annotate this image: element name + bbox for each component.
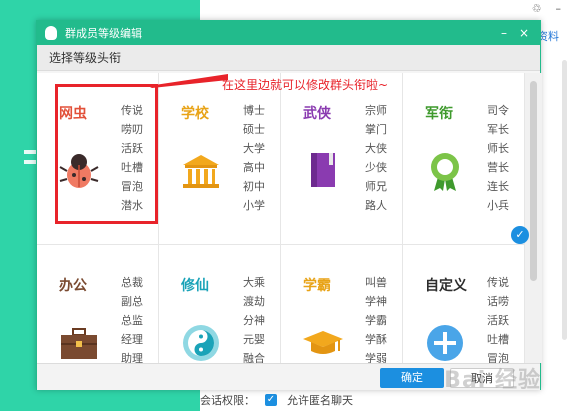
title-label: 大乘 [243, 276, 265, 289]
category-name: 学霸 [303, 278, 331, 294]
title-label: 叫兽 [365, 276, 387, 289]
dialog-subtitle: 选择等级头衔 [37, 45, 540, 71]
title-label: 掌门 [365, 123, 387, 136]
title-label: 元婴 [243, 333, 265, 346]
title-label: 师长 [487, 142, 509, 155]
window-controls: ♲ – [532, 2, 561, 15]
title-label: 学神 [365, 295, 387, 308]
title-label: 吐槽 [487, 333, 509, 346]
anonymous-checkbox[interactable]: ✓ [265, 394, 277, 406]
title-list: 博士硕士大学高中初中小学 [243, 101, 265, 215]
category-name: 自定义 [425, 278, 467, 294]
title-label: 活跃 [487, 314, 509, 327]
title-label: 小学 [243, 199, 265, 212]
category-cell[interactable]: 军衔 司令军长师长营长连长小兵 [403, 73, 525, 245]
highlight-box [55, 84, 158, 224]
title-label: 融合 [243, 352, 265, 363]
title-label: 传说 [487, 276, 509, 289]
skin-icon[interactable]: ♲ [532, 2, 542, 15]
title-list: 大乘渡劫分神元婴融合筑基 [243, 273, 265, 363]
category-cell[interactable]: 学校 博士硕士大学高中初中小学 [159, 73, 281, 245]
title-list: 宗师掌门大侠少侠师兄路人 [365, 101, 387, 215]
title-label: 总裁 [121, 276, 143, 289]
category-name: 办公 [59, 278, 87, 294]
title-list: 传说话唠活跃吐槽冒泡潜水 [487, 273, 509, 363]
title-label: 话唠 [487, 295, 509, 308]
title-label: 学霸 [365, 314, 387, 327]
title-label: 大学 [243, 142, 265, 155]
category-name: 武侠 [303, 106, 331, 122]
title-label: 渡劫 [243, 295, 265, 308]
session-permission-row: 会话权限： ✓ 允许匿名聊天 [200, 392, 353, 408]
category-cell[interactable]: 学霸叫兽学神学霸学酥学弱学渣 [281, 245, 403, 363]
title-label: 高中 [243, 161, 265, 174]
annotation-arrow-icon [148, 74, 228, 88]
title-label: 助理 [121, 352, 143, 363]
title-label: 路人 [365, 199, 387, 212]
title-label: 大侠 [365, 142, 387, 155]
title-list: 司令军长师长营长连长小兵 [487, 101, 509, 215]
title-label: 军长 [487, 123, 509, 136]
title-list: 总裁副总总监经理助理实习 [121, 273, 143, 363]
plus-icon [423, 321, 467, 363]
title-label: 初中 [243, 180, 265, 193]
category-cell[interactable]: 自定义传说话唠活跃吐槽冒泡潜水 [403, 245, 525, 363]
ok-button[interactable]: 确定 [380, 368, 444, 388]
dialog-titlebar: 群成员等级编辑 – × [37, 21, 540, 45]
title-label: 宗师 [365, 104, 387, 117]
title-label: 分神 [243, 314, 265, 327]
panel-scrollbar[interactable] [562, 60, 567, 340]
title-label: 副总 [121, 295, 143, 308]
title-label: 总监 [121, 314, 143, 327]
title-label: 博士 [243, 104, 265, 117]
category-name: 军衔 [425, 106, 453, 122]
title-label: 营长 [487, 161, 509, 174]
title-label: 司令 [487, 104, 509, 117]
category-cell[interactable]: 武侠 宗师掌门大侠少侠师兄路人 [281, 73, 403, 245]
annotation-text: 在这里边就可以修改群头衔啦~ [222, 78, 389, 92]
title-label: 学酥 [365, 333, 387, 346]
category-name: 学校 [181, 106, 209, 122]
selected-check-icon: ✓ [511, 226, 529, 244]
title-label: 学弱 [365, 352, 387, 363]
title-list: 叫兽学神学霸学酥学弱学渣 [365, 273, 387, 363]
briefcase-icon [57, 321, 101, 363]
graduation-cap-icon [301, 321, 345, 363]
medal-icon [423, 149, 467, 193]
category-cell[interactable]: 修仙大乘渡劫分神元婴融合筑基 [159, 245, 281, 363]
anonymous-label: 允许匿名聊天 [287, 394, 353, 407]
qq-icon [45, 26, 57, 40]
title-label: 师兄 [365, 180, 387, 193]
dialog-title: 群成员等级编辑 [65, 27, 142, 40]
title-label: 经理 [121, 333, 143, 346]
title-label: 少侠 [365, 161, 387, 174]
title-label: 硕士 [243, 123, 265, 136]
taiji-icon [179, 321, 223, 363]
permission-label: 会话权限： [200, 394, 255, 407]
title-label: 小兵 [487, 199, 509, 212]
category-cell[interactable]: 办公总裁副总总监经理助理实习 [37, 245, 159, 363]
minimize-button[interactable]: – [496, 26, 512, 40]
book-icon [301, 149, 345, 193]
close-button[interactable]: × [516, 26, 532, 40]
minimize-icon[interactable]: – [556, 2, 562, 15]
title-label: 连长 [487, 180, 509, 193]
watermark: Bai 经验 [444, 368, 541, 393]
title-label: 冒泡 [487, 352, 509, 363]
grid-scrollbar[interactable] [525, 73, 542, 363]
category-name: 修仙 [181, 278, 209, 294]
school-icon [179, 149, 223, 193]
scrollbar-thumb[interactable] [530, 81, 537, 281]
